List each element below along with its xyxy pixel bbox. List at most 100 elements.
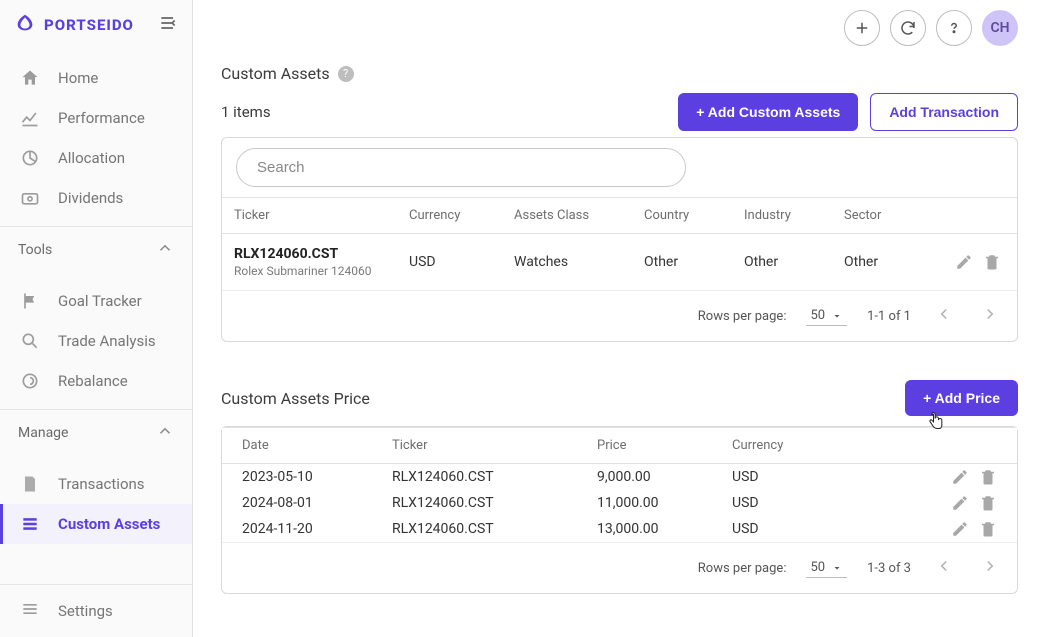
rpp-label: Rows per page:: [698, 309, 787, 324]
col-country: Country: [638, 198, 738, 233]
sidebar-item-custom-assets[interactable]: Custom Assets: [0, 504, 192, 544]
sidebar-item-label: Custom Assets: [58, 515, 160, 533]
nav-main: Home Performance Allocation Dividends: [0, 50, 192, 226]
cell-currency: USD: [726, 517, 851, 541]
chevron-down-icon: [831, 562, 843, 574]
sidebar-item-home[interactable]: Home: [0, 58, 192, 98]
table-row: 2024-08-01RLX124060.CST11,000.00USD: [222, 490, 1017, 516]
sidebar-item-label: Trade Analysis: [58, 332, 156, 350]
sidebar-header: PORTSEIDO: [0, 0, 192, 50]
refresh-button[interactable]: [890, 10, 926, 46]
sidebar-item-allocation[interactable]: Allocation: [0, 138, 192, 178]
delete-button[interactable]: [983, 253, 1001, 271]
menu-icon: [20, 599, 40, 623]
sidebar-item-label: Settings: [58, 602, 113, 620]
next-page-button[interactable]: [977, 553, 1003, 583]
edit-button[interactable]: [951, 494, 969, 512]
col-sector: Sector: [838, 198, 926, 233]
price-table-head: Date Ticker Price Currency: [222, 427, 1017, 464]
edit-button[interactable]: [955, 253, 973, 271]
cell-price: 13,000.00: [591, 517, 726, 541]
assets-table-footer: Rows per page: 50 1-1 of 1: [222, 290, 1017, 341]
rpp-select[interactable]: 50: [806, 306, 847, 326]
sidebar-section-tools[interactable]: Tools: [0, 226, 192, 273]
chevron-up-icon: [156, 239, 174, 261]
chart-icon: [20, 108, 40, 128]
chevron-up-icon: [156, 422, 174, 444]
cell-ticker: RLX124060.CSTRolex Submariner 124060: [228, 242, 403, 282]
edit-button[interactable]: [951, 468, 969, 486]
delete-button[interactable]: [979, 520, 997, 538]
sidebar-item-rebalance[interactable]: Rebalance: [0, 361, 192, 401]
help-button[interactable]: [936, 10, 972, 46]
add-button[interactable]: [844, 10, 880, 46]
page-range: 1-1 of 1: [867, 309, 911, 324]
cell-class: Watches: [508, 250, 638, 274]
sidebar-item-trade-analysis[interactable]: Trade Analysis: [0, 321, 192, 361]
prev-page-button[interactable]: [931, 301, 957, 331]
section-label: Tools: [18, 242, 52, 258]
flag-icon: [20, 291, 40, 311]
avatar[interactable]: CH: [982, 10, 1018, 46]
delete-button[interactable]: [979, 494, 997, 512]
page-title-text: Custom Assets: [221, 64, 330, 83]
cell-currency: USD: [726, 465, 851, 489]
cell-ticker: RLX124060.CST: [386, 465, 591, 489]
rpp-select[interactable]: 50: [806, 558, 847, 578]
prev-page-button[interactable]: [931, 553, 957, 583]
item-count: 1 items: [221, 103, 271, 121]
sidebar-item-label: Allocation: [58, 149, 125, 167]
rpp-value: 50: [810, 560, 825, 575]
col-class: Assets Class: [508, 198, 638, 233]
next-page-button[interactable]: [977, 301, 1003, 331]
cell-currency: USD: [726, 491, 851, 515]
price-table-card: Date Ticker Price Currency 2023-05-10RLX…: [221, 426, 1018, 594]
help-icon[interactable]: ?: [338, 66, 354, 82]
brand-name: PORTSEIDO: [44, 16, 134, 34]
table-row: RLX124060.CSTRolex Submariner 124060USDW…: [222, 234, 1017, 290]
sidebar-item-transactions[interactable]: Transactions: [0, 464, 192, 504]
add-custom-assets-button[interactable]: + Add Custom Assets: [678, 93, 858, 131]
table-row: 2024-11-20RLX124060.CST13,000.00USD: [222, 516, 1017, 542]
sidebar-item-goal-tracker[interactable]: Goal Tracker: [0, 281, 192, 321]
cell-date: 2024-11-20: [236, 517, 386, 541]
col-price: Price: [591, 428, 726, 463]
edit-button[interactable]: [951, 520, 969, 538]
price-title-text: Custom Assets Price: [221, 389, 370, 408]
search-input[interactable]: [236, 148, 686, 187]
add-price-button[interactable]: + Add Price: [905, 380, 1018, 416]
col-industry: Industry: [738, 198, 838, 233]
cell-sector: Other: [838, 250, 926, 274]
cell-price: 11,000.00: [591, 491, 726, 515]
sidebar-item-performance[interactable]: Performance: [0, 98, 192, 138]
nav-tools: Goal Tracker Trade Analysis Rebalance: [0, 273, 192, 409]
collapse-sidebar-icon[interactable]: [158, 13, 178, 37]
col-ticker: Ticker: [386, 428, 591, 463]
cell-date: 2024-08-01: [236, 491, 386, 515]
sidebar-item-label: Dividends: [58, 189, 123, 207]
rpp-label: Rows per page:: [698, 561, 787, 576]
doc-icon: [20, 474, 40, 494]
rpp-value: 50: [810, 308, 825, 323]
sidebar-item-settings[interactable]: Settings: [0, 584, 192, 637]
assets-table-card: Ticker Currency Assets Class Country Ind…: [221, 137, 1018, 342]
assets-bar: 1 items + Add Custom Assets Add Transact…: [221, 93, 1018, 131]
cell-ticker: RLX124060.CST: [386, 491, 591, 515]
sidebar-item-label: Goal Tracker: [58, 292, 142, 310]
sidebar-section-manage[interactable]: Manage: [0, 409, 192, 456]
section-label: Manage: [18, 425, 68, 441]
delete-button[interactable]: [979, 468, 997, 486]
home-icon: [20, 68, 40, 88]
sidebar-item-label: Home: [58, 69, 98, 87]
add-transaction-button[interactable]: Add Transaction: [870, 93, 1018, 131]
nav-manage: Transactions Custom Assets: [0, 456, 192, 552]
list-icon: [20, 514, 40, 534]
price-title: Custom Assets Price: [221, 389, 370, 408]
cell-industry: Other: [738, 250, 838, 274]
assets-table-head: Ticker Currency Assets Class Country Ind…: [222, 197, 1017, 234]
cell-country: Other: [638, 250, 738, 274]
sidebar-item-label: Transactions: [58, 475, 145, 493]
table-row: 2023-05-10RLX124060.CST9,000.00USD: [222, 464, 1017, 490]
col-currency: Currency: [403, 198, 508, 233]
sidebar-item-dividends[interactable]: Dividends: [0, 178, 192, 218]
